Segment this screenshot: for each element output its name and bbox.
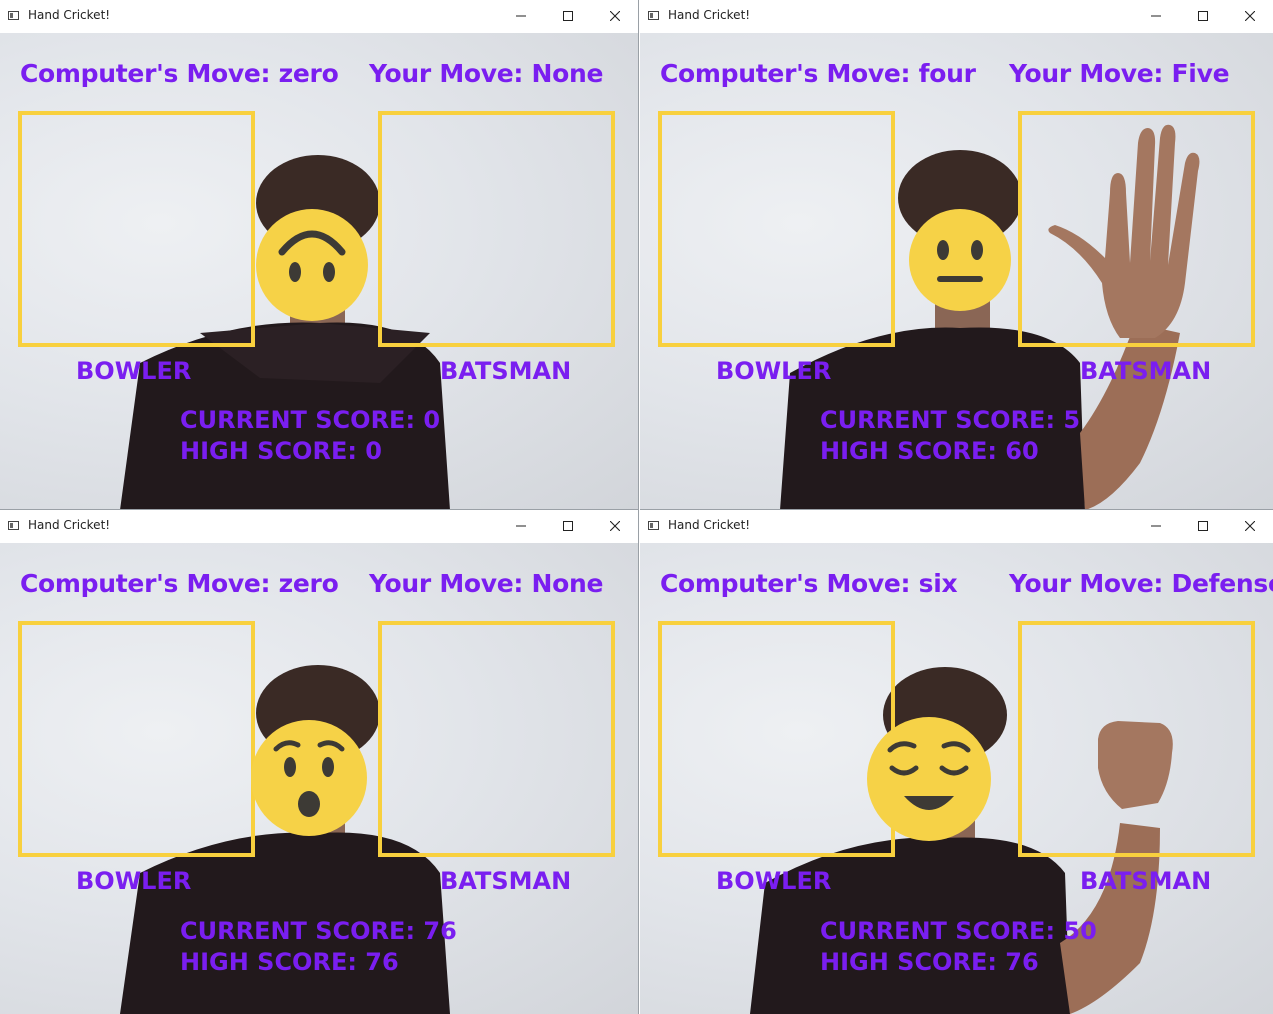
batsman-box — [378, 621, 615, 857]
camera-feed: Computer's Move: six Your Move: Defense … — [640, 543, 1273, 1014]
maximize-button[interactable] — [1180, 0, 1226, 32]
bowler-label: BOWLER — [76, 867, 192, 895]
title-bar[interactable]: Hand Cricket! — [0, 0, 638, 33]
game-window: Hand Cricket! Computer's Move: six Your … — [640, 510, 1273, 1014]
maximize-icon — [563, 11, 573, 21]
close-icon — [610, 521, 620, 531]
close-icon — [610, 11, 620, 21]
game-window: Hand Cricket! Computer's Move: zero Your… — [0, 0, 639, 510]
batsman-label: BATSMAN — [440, 867, 572, 895]
window-title: Hand Cricket! — [668, 8, 751, 22]
close-icon — [1245, 521, 1255, 531]
maximize-button[interactable] — [545, 0, 591, 32]
your-move-label: Your Move: Five — [1009, 59, 1230, 88]
app-icon — [8, 520, 19, 531]
minimize-button[interactable] — [498, 0, 544, 32]
computer-move-label: Computer's Move: zero — [20, 59, 339, 88]
camera-feed: Computer's Move: four Your Move: Five BO… — [640, 33, 1273, 509]
minimize-icon — [1151, 11, 1161, 21]
high-score: HIGH SCORE: 0 — [180, 437, 382, 465]
batsman-box — [1018, 621, 1255, 857]
close-button[interactable] — [592, 510, 638, 542]
batsman-label: BATSMAN — [440, 357, 572, 385]
maximize-icon — [1198, 11, 1208, 21]
camera-feed: Computer's Move: zero Your Move: None BO… — [0, 543, 638, 1014]
maximize-icon — [1198, 521, 1208, 531]
minimize-icon — [516, 521, 526, 531]
maximize-button[interactable] — [545, 510, 591, 542]
relieved-face-emoji — [867, 717, 991, 841]
batsman-box — [378, 111, 615, 347]
title-bar[interactable]: Hand Cricket! — [640, 510, 1273, 543]
app-icon — [648, 520, 659, 531]
minimize-button[interactable] — [1133, 0, 1179, 32]
hushed-face-emoji — [251, 720, 367, 836]
app-icon — [8, 10, 19, 21]
minimize-button[interactable] — [1133, 510, 1179, 542]
bowler-label: BOWLER — [76, 357, 192, 385]
game-window: Hand Cricket! Computer's Move: zero Your… — [0, 510, 639, 1014]
close-button[interactable] — [1227, 0, 1273, 32]
bowler-box — [18, 111, 255, 347]
title-bar[interactable]: Hand Cricket! — [0, 510, 638, 543]
batsman-box — [1018, 111, 1255, 347]
bowler-box — [658, 621, 895, 857]
current-score: CURRENT SCORE: 76 — [180, 917, 457, 945]
minimize-icon — [516, 11, 526, 21]
close-button[interactable] — [1227, 510, 1273, 542]
window-title: Hand Cricket! — [668, 518, 751, 532]
window-title: Hand Cricket! — [28, 8, 111, 22]
bowler-box — [658, 111, 895, 347]
your-move-label: Your Move: Defense — [1009, 569, 1273, 598]
maximize-icon — [563, 521, 573, 531]
upside-down-face-emoji — [256, 209, 368, 321]
camera-feed: Computer's Move: zero Your Move: None BO… — [0, 33, 638, 509]
close-button[interactable] — [592, 0, 638, 32]
computer-move-label: Computer's Move: six — [660, 569, 958, 598]
current-score: CURRENT SCORE: 50 — [820, 917, 1097, 945]
high-score: HIGH SCORE: 76 — [820, 948, 1039, 976]
high-score: HIGH SCORE: 76 — [180, 948, 399, 976]
neutral-face-emoji — [909, 209, 1011, 311]
minimize-button[interactable] — [498, 510, 544, 542]
current-score: CURRENT SCORE: 5 — [820, 406, 1081, 434]
close-icon — [1245, 11, 1255, 21]
bowler-label: BOWLER — [716, 357, 832, 385]
app-icon — [648, 10, 659, 21]
maximize-button[interactable] — [1180, 510, 1226, 542]
high-score: HIGH SCORE: 60 — [820, 437, 1039, 465]
batsman-label: BATSMAN — [1080, 867, 1212, 895]
minimize-icon — [1151, 521, 1161, 531]
computer-move-label: Computer's Move: zero — [20, 569, 339, 598]
batsman-label: BATSMAN — [1080, 357, 1212, 385]
bowler-label: BOWLER — [716, 867, 832, 895]
game-window: Hand Cricket! Computer's Move: four Your… — [640, 0, 1273, 510]
title-bar[interactable]: Hand Cricket! — [640, 0, 1273, 33]
bowler-box — [18, 621, 255, 857]
window-title: Hand Cricket! — [28, 518, 111, 532]
computer-move-label: Computer's Move: four — [660, 59, 976, 88]
your-move-label: Your Move: None — [369, 59, 604, 88]
current-score: CURRENT SCORE: 0 — [180, 406, 441, 434]
your-move-label: Your Move: None — [369, 569, 604, 598]
